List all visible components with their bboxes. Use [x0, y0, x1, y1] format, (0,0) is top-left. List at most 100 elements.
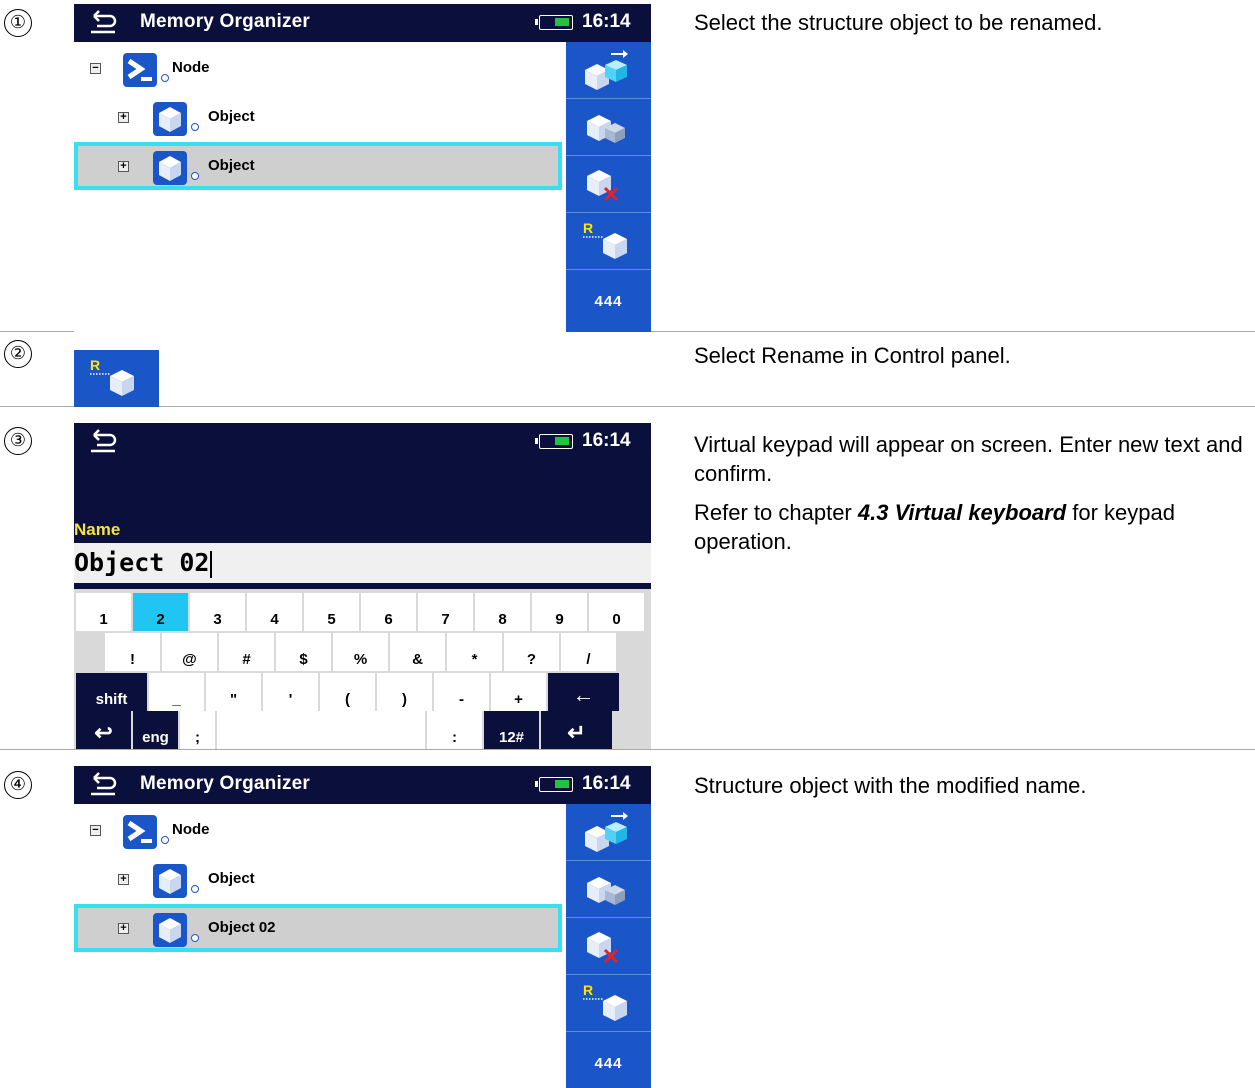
- delete-object-button[interactable]: [566, 918, 651, 975]
- rename-object-button[interactable]: R: [566, 975, 651, 1032]
- svg-text:R: R: [583, 221, 593, 236]
- clone-object-icon: [587, 115, 625, 143]
- step-number: ③: [4, 427, 32, 455]
- delete-object-button[interactable]: [566, 156, 651, 213]
- key-1-8[interactable]: /: [561, 633, 616, 671]
- expand-toggle[interactable]: +: [118, 874, 129, 885]
- key-0-9[interactable]: 0: [589, 593, 644, 631]
- delete-object-icon: [587, 932, 619, 964]
- title-bar: 16:14: [74, 423, 651, 461]
- more-options-button[interactable]: 444: [566, 274, 651, 330]
- key-2-4[interactable]: (: [320, 673, 375, 711]
- tree-dot: [191, 934, 199, 942]
- device-screen-before: Memory Organizer 16:14 R 444 − Node + Ob…: [74, 4, 651, 332]
- key-0-0[interactable]: 1: [76, 593, 131, 631]
- collapse-toggle[interactable]: −: [90, 63, 101, 74]
- clone-object-icon: [587, 877, 625, 905]
- tree-node[interactable]: − Node: [74, 812, 562, 852]
- object-icon: [153, 864, 187, 898]
- add-object-button[interactable]: [566, 804, 651, 861]
- add-object-icon: [585, 50, 628, 90]
- title-bar: Memory Organizer 16:14: [74, 766, 651, 804]
- rename-object-icon: R: [583, 221, 627, 259]
- title-bar: Memory Organizer 16:14: [74, 4, 651, 42]
- step-description: Structure object with the modified name.: [694, 773, 1087, 798]
- device-screen-keyboard: 16:14 Name Object 02 1 2 3 4 5 6 7 8 9 0! @ # $% & *? /…: [74, 423, 651, 749]
- key-0-6[interactable]: 7: [418, 593, 473, 631]
- key-3-1[interactable]: eng: [133, 711, 178, 749]
- key-0-4[interactable]: 5: [304, 593, 359, 631]
- key-1-1[interactable]: @: [162, 633, 217, 671]
- device-screen-after: Memory Organizer 16:14 R 444 − Node + Ob…: [74, 766, 651, 1088]
- key-0-2[interactable]: 3: [190, 593, 245, 631]
- clock: 16:14: [582, 430, 631, 451]
- key-3-0[interactable]: ↩: [76, 711, 131, 749]
- clone-object-button[interactable]: [566, 861, 651, 918]
- node-icon: [123, 53, 157, 87]
- key-2-1[interactable]: _: [149, 673, 204, 711]
- tree-label: Object: [208, 157, 255, 174]
- key-2-0[interactable]: shift: [76, 673, 147, 711]
- key-3-5[interactable]: 12#: [484, 711, 539, 749]
- key-2-8[interactable]: ←: [548, 673, 619, 711]
- object-icon: [153, 913, 187, 947]
- rename-object-button[interactable]: R: [566, 213, 651, 270]
- key-3-2[interactable]: ;: [180, 711, 215, 749]
- collapse-toggle[interactable]: −: [90, 825, 101, 836]
- tree-object[interactable]: + Object: [74, 99, 562, 139]
- key-0-7[interactable]: 8: [475, 593, 530, 631]
- key-1-7[interactable]: ?: [504, 633, 559, 671]
- tree-label: Node: [172, 821, 210, 838]
- key-0-3[interactable]: 4: [247, 593, 302, 631]
- control-panel: R 444: [566, 42, 651, 332]
- tree-node[interactable]: − Node: [74, 50, 562, 90]
- tree-object-selected[interactable]: + Object: [74, 148, 562, 188]
- name-input[interactable]: Object 02: [74, 543, 651, 583]
- key-2-6[interactable]: -: [434, 673, 489, 711]
- svg-text:R: R: [583, 983, 593, 998]
- key-3-3[interactable]: [217, 711, 425, 749]
- clock: 16:14: [582, 773, 631, 794]
- field-label: Name: [74, 520, 121, 539]
- clone-object-button[interactable]: [566, 99, 651, 156]
- key-1-0[interactable]: !: [105, 633, 160, 671]
- expand-toggle[interactable]: +: [118, 923, 129, 934]
- more-options-button[interactable]: 444: [566, 1036, 651, 1088]
- key-0-5[interactable]: 6: [361, 593, 416, 631]
- key-0-8[interactable]: 9: [532, 593, 587, 631]
- svg-text:R: R: [90, 358, 100, 373]
- divider: [0, 749, 1255, 750]
- key-3-4[interactable]: :: [427, 711, 482, 749]
- back-icon[interactable]: [88, 8, 118, 36]
- key-1-2[interactable]: #: [219, 633, 274, 671]
- tree-label: Object: [208, 108, 255, 125]
- back-icon[interactable]: [88, 770, 118, 798]
- tree-object-selected[interactable]: + Object 02: [74, 910, 562, 950]
- rename-object-button[interactable]: R: [74, 350, 159, 407]
- expand-toggle[interactable]: +: [118, 112, 129, 123]
- key-1-4[interactable]: %: [333, 633, 388, 671]
- key-3-6[interactable]: ↵: [541, 711, 612, 749]
- add-object-button[interactable]: [566, 42, 651, 99]
- tree-label: Object 02: [208, 919, 276, 936]
- tree-dot: [161, 836, 169, 844]
- expand-toggle[interactable]: +: [118, 161, 129, 172]
- key-1-5[interactable]: &: [390, 633, 445, 671]
- tree-object[interactable]: + Object: [74, 861, 562, 901]
- tree-dot: [161, 74, 169, 82]
- node-icon: [123, 815, 157, 849]
- tree-dot: [191, 172, 199, 180]
- key-1-6[interactable]: *: [447, 633, 502, 671]
- key-2-7[interactable]: +: [491, 673, 546, 711]
- tree-label: Node: [172, 59, 210, 76]
- key-0-1[interactable]: 2: [133, 593, 188, 631]
- delete-object-icon: [587, 170, 619, 202]
- tree-dot: [191, 123, 199, 131]
- divider: [0, 406, 1255, 407]
- key-2-2[interactable]: ": [206, 673, 261, 711]
- key-2-3[interactable]: ': [263, 673, 318, 711]
- key-1-3[interactable]: $: [276, 633, 331, 671]
- step-number: ②: [4, 340, 32, 368]
- key-2-5[interactable]: ): [377, 673, 432, 711]
- back-icon[interactable]: [88, 427, 118, 455]
